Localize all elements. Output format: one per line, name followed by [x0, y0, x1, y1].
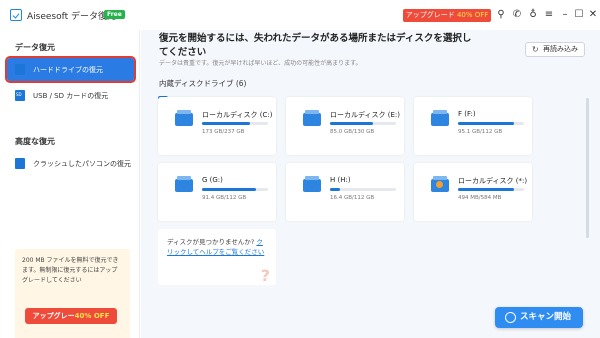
help-card: ディスクが見つかりませんか? クリックしてヘルプをご覧ください ? — [158, 229, 276, 285]
sidebar-item-label: ハードドライブの復元 — [33, 65, 103, 74]
close-icon[interactable]: ✕ — [587, 9, 599, 21]
drive-usage-bar — [330, 188, 396, 191]
drive-card-g[interactable]: G (G:) 91.4 GB/112 GB — [158, 163, 276, 221]
upgrade-promo: 200 MB ファイルを無料で復元できます。無制限に復元するにはアップグレードし… — [15, 249, 130, 338]
drive-name: F (F:) — [458, 110, 476, 118]
maximize-icon[interactable]: ☐ — [573, 9, 585, 21]
drive-icon — [175, 176, 193, 192]
drive-usage-bar — [458, 122, 524, 125]
sd-card-icon — [15, 90, 25, 101]
sidebar-item-label: USB / SD カードの復元 — [33, 91, 109, 100]
drive-card-star[interactable]: ローカルディスク (*:) 494 MB/584 MB — [414, 163, 532, 221]
recovery-drive-icon — [431, 176, 449, 192]
drive-icon — [431, 110, 449, 126]
drive-icon — [303, 110, 321, 126]
drive-card-c[interactable]: ローカルディスク (C:) 173 GB/237 GB — [158, 97, 276, 155]
drive-name: ローカルディスク (*:) — [458, 177, 528, 185]
page-subtitle: データは貴重です。復元が早ければ早いほど、成功の可能性が高まります。 — [159, 60, 362, 67]
sidebar-item-crashed-pc[interactable]: クラッシュしたパソコンの復元 — [7, 152, 134, 175]
drive-size: 91.4 GB/112 GB — [202, 195, 247, 201]
drive-name: G (G:) — [202, 176, 223, 184]
reload-label: 再読み込み — [543, 45, 578, 53]
sidebar-item-usb-sd[interactable]: USB / SD カードの復元 — [7, 84, 134, 107]
promo-text: 200 MB ファイルを無料で復元できます。無制限に復元するにはアップグレードし… — [22, 257, 119, 284]
upgrade-button[interactable]: アップグレード 40% OFF — [403, 9, 491, 22]
app-logo-icon — [10, 9, 22, 21]
drive-icon — [303, 176, 321, 192]
app-title: Aiseesoft データ復元 — [27, 12, 117, 22]
drive-name: ローカルディスク (C:) — [202, 111, 273, 119]
upgrade-label: アップグレード — [405, 11, 455, 19]
data-recovery-heading: データ復元 — [15, 43, 55, 52]
sidebar: データ復元 ハードドライブの復元 USB / SD カードの復元 高度な復元 ク… — [0, 30, 140, 338]
account-icon[interactable]: ⚲ — [495, 9, 507, 21]
drive-size: 16.4 GB/112 GB — [330, 195, 375, 201]
title-bar: Aiseesoft データ復元 Free アップグレード 40% OFF ⚲ ✆… — [0, 0, 600, 30]
menu-icon[interactable]: ≡ — [543, 9, 555, 21]
drive-card-e[interactable]: ローカルディスク (E:) 85.0 GB/130 GB — [286, 97, 404, 155]
main-panel: 復元を開始するには、失われたデータがある場所またはディスクを選択してください デ… — [141, 30, 600, 338]
drive-size: 85.0 GB/130 GB — [330, 129, 375, 135]
drive-name: H (H:) — [330, 176, 351, 184]
help-text: ディスクが見つかりませんか? — [167, 238, 255, 246]
drive-size: 173 GB/237 GB — [202, 129, 245, 135]
drive-usage-bar — [202, 188, 268, 191]
feedback-icon[interactable]: ✆ — [511, 9, 523, 21]
scan-icon — [505, 312, 516, 323]
promo-button-label: アップグレー — [32, 312, 75, 320]
drive-usage-bar — [202, 122, 268, 125]
promo-button-offer: 40% OFF — [74, 312, 110, 320]
drive-usage-bar — [458, 188, 524, 191]
drive-name: ローカルディスク (E:) — [330, 111, 400, 119]
scrollbar[interactable] — [586, 98, 589, 238]
drive-usage-bar — [330, 122, 396, 125]
drive-size: 95.1 GB/112 GB — [458, 129, 503, 135]
drive-card-h[interactable]: H (H:) 16.4 GB/112 GB — [286, 163, 404, 221]
drive-size: 494 MB/584 MB — [458, 195, 502, 201]
question-mark-icon: ? — [260, 266, 270, 285]
advanced-recovery-heading: 高度な復元 — [15, 137, 55, 146]
page-title: 復元を開始するには、失われたデータがある場所またはディスクを選択してください — [159, 33, 472, 58]
crashed-pc-icon — [15, 158, 25, 169]
minimize-icon[interactable]: – — [559, 9, 571, 21]
free-badge: Free — [104, 10, 125, 19]
reload-button[interactable]: ↻ 再読み込み — [525, 42, 585, 57]
hard-drive-icon — [15, 64, 25, 75]
promo-upgrade-button[interactable]: アップグレー40% OFF — [25, 308, 117, 324]
upgrade-offer: 40% OFF — [456, 11, 489, 19]
refresh-icon: ↻ — [532, 45, 539, 54]
sidebar-item-hard-drive[interactable]: ハードドライブの復元 — [5, 56, 136, 83]
bulb-icon[interactable]: ♁ — [527, 9, 539, 21]
drive-card-f[interactable]: F (F:) 95.1 GB/112 GB — [414, 97, 532, 155]
start-scan-button[interactable]: スキャン開始 — [495, 307, 583, 328]
sidebar-item-label: クラッシュしたパソコンの復元 — [33, 159, 131, 168]
internal-drives-label: 内蔵ディスクドライブ (6) — [159, 79, 247, 88]
system-drive-icon — [175, 110, 193, 126]
start-scan-label: スキャン開始 — [519, 312, 571, 322]
